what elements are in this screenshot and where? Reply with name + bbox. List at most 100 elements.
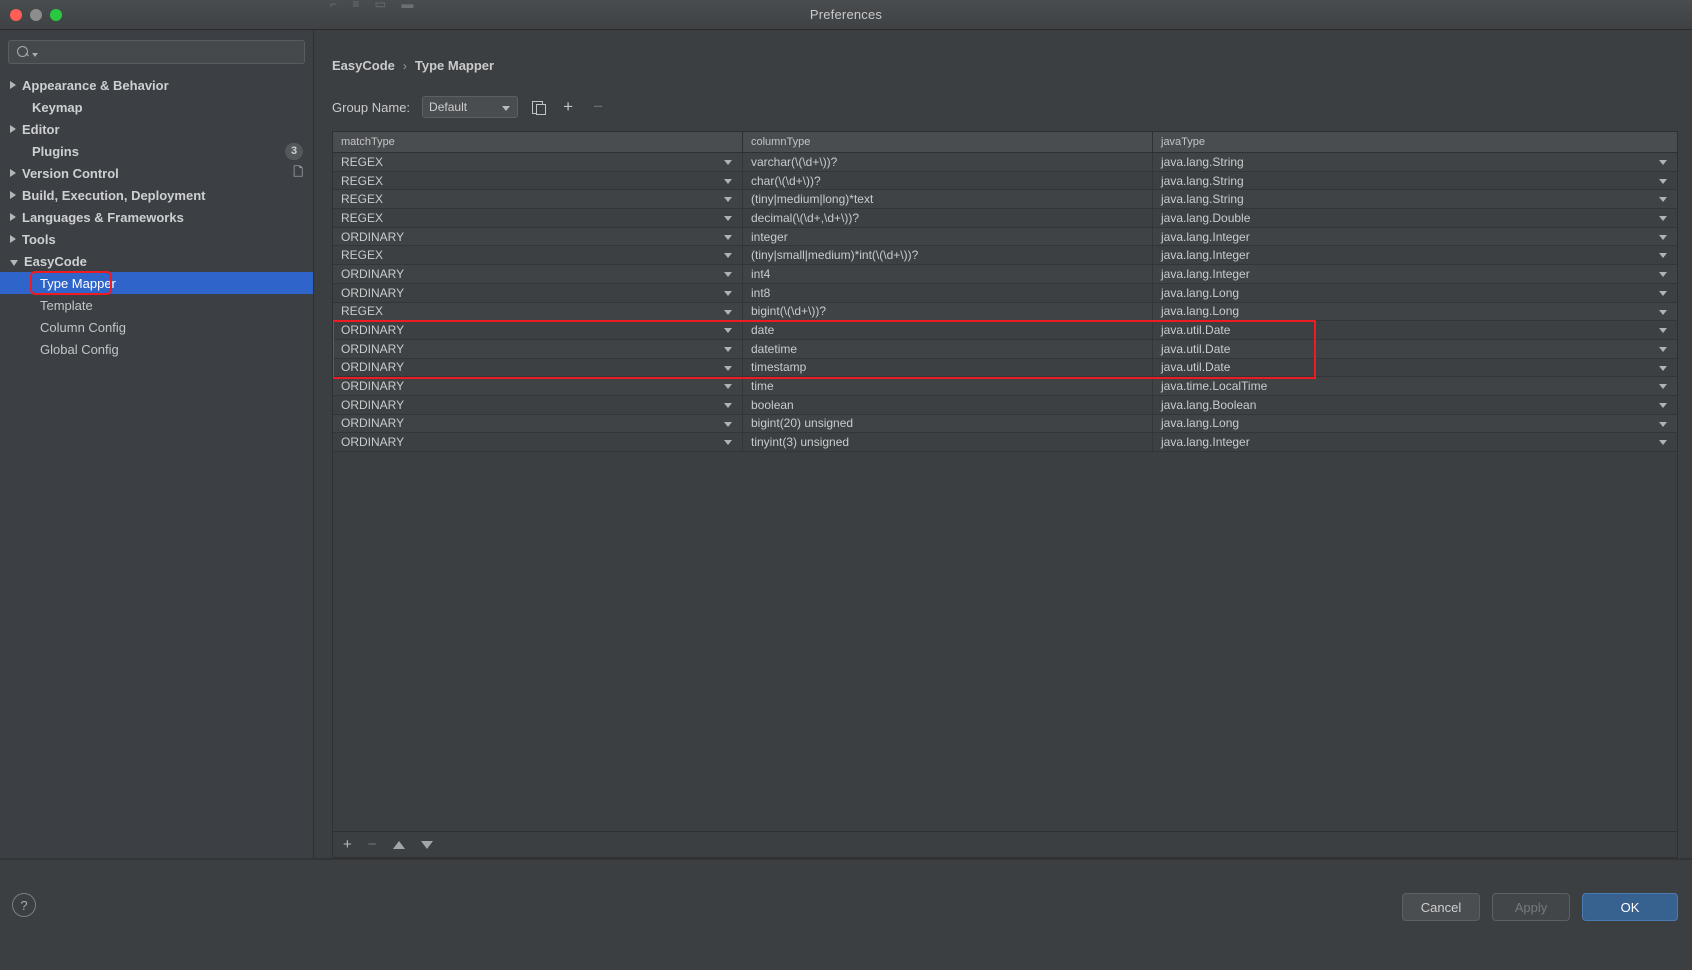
table-row[interactable]: ORDINARY time java.time.LocalTime — [333, 377, 1677, 396]
cell-javatype[interactable]: java.util.Date — [1153, 359, 1677, 377]
cell-columntype[interactable]: bigint(20) unsigned — [743, 414, 1153, 433]
sidebar-item-appearance-behavior[interactable]: Appearance & Behavior — [0, 74, 313, 96]
chevron-down-icon[interactable] — [724, 197, 732, 203]
chevron-down-icon[interactable] — [724, 421, 732, 427]
sidebar-item-languages-frameworks[interactable]: Languages & Frameworks — [0, 206, 313, 228]
cell-matchtype[interactable]: ORDINARY — [333, 339, 743, 358]
cell-javatype[interactable]: java.util.Date — [1153, 321, 1677, 339]
chevron-down-icon[interactable] — [724, 178, 732, 184]
column-header-columntype[interactable]: columnType — [743, 132, 1153, 152]
chevron-right-icon[interactable] — [10, 191, 16, 199]
sidebar-item-easycode[interactable]: EasyCode — [0, 250, 313, 272]
zoom-window-button[interactable] — [50, 9, 62, 21]
chevron-right-icon[interactable] — [10, 235, 16, 243]
cell-columntype[interactable]: int8 — [743, 283, 1153, 302]
close-window-button[interactable] — [10, 9, 22, 21]
cell-matchtype[interactable]: ORDINARY — [333, 414, 743, 433]
chevron-down-icon[interactable] — [10, 259, 18, 266]
cell-columntype[interactable]: date — [743, 321, 1153, 339]
chevron-down-icon[interactable] — [1659, 197, 1667, 203]
cell-columntype[interactable]: datetime — [743, 339, 1153, 358]
chevron-down-icon[interactable] — [1659, 421, 1667, 427]
table-row[interactable]: REGEX decimal(\(\d+,\d+\))? java.lang.Do… — [333, 209, 1677, 228]
add-group-button[interactable]: + — [558, 97, 578, 117]
sidebar-item-keymap[interactable]: Keymap — [0, 96, 313, 118]
cell-matchtype[interactable]: ORDINARY — [333, 283, 743, 302]
chevron-down-icon[interactable] — [1659, 384, 1667, 390]
cell-matchtype[interactable]: ORDINARY — [333, 265, 743, 283]
sidebar-item-template[interactable]: Template — [0, 294, 313, 316]
chevron-down-icon[interactable] — [1659, 440, 1667, 446]
cell-javatype[interactable]: java.lang.String — [1153, 172, 1677, 190]
cell-matchtype[interactable]: ORDINARY — [333, 377, 743, 395]
chevron-down-icon[interactable] — [1659, 160, 1667, 165]
chevron-down-icon[interactable] — [1659, 216, 1667, 222]
chevron-down-icon[interactable] — [724, 272, 732, 278]
cell-javatype[interactable]: java.lang.Integer — [1153, 246, 1677, 264]
cell-columntype[interactable]: decimal(\(\d+,\d+\))? — [743, 209, 1153, 227]
table-row[interactable]: REGEX bigint(\(\d+\))? java.lang.Long — [333, 302, 1677, 322]
sidebar-item-type-mapper[interactable]: Type Mapper — [0, 271, 313, 295]
cell-matchtype[interactable]: ORDINARY — [333, 358, 743, 377]
column-header-javatype[interactable]: javaType — [1153, 132, 1677, 152]
chevron-down-icon[interactable] — [724, 309, 732, 315]
sidebar-item-editor[interactable]: Editor — [0, 118, 313, 140]
cell-matchtype[interactable]: ORDINARY — [333, 227, 743, 246]
cell-javatype[interactable]: java.lang.Integer — [1153, 228, 1677, 246]
cancel-button[interactable]: Cancel — [1402, 893, 1480, 921]
chevron-down-icon[interactable] — [724, 346, 732, 352]
cell-matchtype[interactable]: REGEX — [333, 302, 743, 321]
cell-javatype[interactable]: java.lang.Integer — [1153, 265, 1677, 283]
cell-matchtype[interactable]: REGEX — [333, 246, 743, 265]
chevron-down-icon[interactable] — [1659, 346, 1667, 352]
table-row[interactable]: REGEX (tiny|small|medium)*int(\(\d+\))? … — [333, 246, 1677, 266]
ok-button[interactable]: OK — [1582, 893, 1678, 921]
cell-javatype[interactable]: java.time.LocalTime — [1153, 377, 1677, 395]
sidebar-item-plugins[interactable]: Plugins 3 — [0, 140, 313, 162]
table-row[interactable]: REGEX varchar(\(\d+\))? java.lang.String — [333, 153, 1677, 172]
chevron-down-icon[interactable] — [1659, 290, 1667, 296]
sidebar-item-build-execution-deployment[interactable]: Build, Execution, Deployment — [0, 184, 313, 206]
sidebar-item-version-control[interactable]: Version Control 🗋 — [0, 162, 313, 184]
breadcrumb-root[interactable]: EasyCode — [332, 58, 395, 73]
chevron-down-icon[interactable] — [724, 384, 732, 390]
cell-matchtype[interactable]: REGEX — [333, 209, 743, 227]
chevron-down-icon[interactable] — [724, 402, 732, 408]
chevron-right-icon[interactable] — [10, 81, 16, 89]
search-input[interactable] — [38, 45, 304, 59]
cell-columntype[interactable]: char(\(\d+\))? — [743, 171, 1153, 190]
chevron-down-icon[interactable] — [724, 290, 732, 296]
move-up-button[interactable] — [392, 840, 405, 849]
cell-javatype[interactable]: java.lang.Double — [1153, 209, 1677, 227]
chevron-down-icon[interactable] — [1659, 328, 1667, 334]
cell-matchtype[interactable]: REGEX — [333, 190, 743, 209]
chevron-down-icon[interactable] — [724, 365, 732, 371]
chevron-down-icon[interactable] — [724, 253, 732, 259]
cell-columntype[interactable]: time — [743, 377, 1153, 395]
table-row[interactable]: ORDINARY bigint(20) unsigned java.lang.L… — [333, 414, 1677, 434]
chevron-down-icon[interactable] — [1659, 365, 1667, 371]
cell-matchtype[interactable]: ORDINARY — [333, 321, 743, 339]
settings-search-box[interactable] — [8, 40, 305, 64]
minimize-window-button[interactable] — [30, 9, 42, 21]
cell-javatype[interactable]: java.lang.Integer — [1153, 433, 1677, 451]
help-button[interactable]: ? — [12, 893, 36, 917]
table-row[interactable]: REGEX char(\(\d+\))? java.lang.String — [333, 171, 1677, 191]
cell-columntype[interactable]: integer — [743, 227, 1153, 246]
cell-columntype[interactable]: boolean — [743, 395, 1153, 414]
chevron-down-icon[interactable] — [724, 160, 732, 165]
chevron-down-icon[interactable] — [1659, 402, 1667, 408]
remove-row-button[interactable]: − — [368, 836, 377, 853]
cell-matchtype[interactable]: ORDINARY — [333, 395, 743, 414]
chevron-down-icon[interactable] — [724, 234, 732, 240]
sidebar-item-tools[interactable]: Tools — [0, 228, 313, 250]
table-row[interactable]: ORDINARY date java.util.Date — [333, 321, 1677, 340]
add-row-button[interactable]: + — [343, 836, 352, 853]
cell-javatype[interactable]: java.lang.Long — [1153, 284, 1677, 302]
cell-columntype[interactable]: int4 — [743, 265, 1153, 283]
copy-group-button[interactable] — [528, 97, 548, 117]
sidebar-item-global-config[interactable]: Global Config — [0, 338, 313, 360]
table-row[interactable]: ORDINARY datetime java.util.Date — [333, 339, 1677, 359]
window-controls[interactable] — [10, 9, 62, 21]
apply-button[interactable]: Apply — [1492, 893, 1570, 921]
